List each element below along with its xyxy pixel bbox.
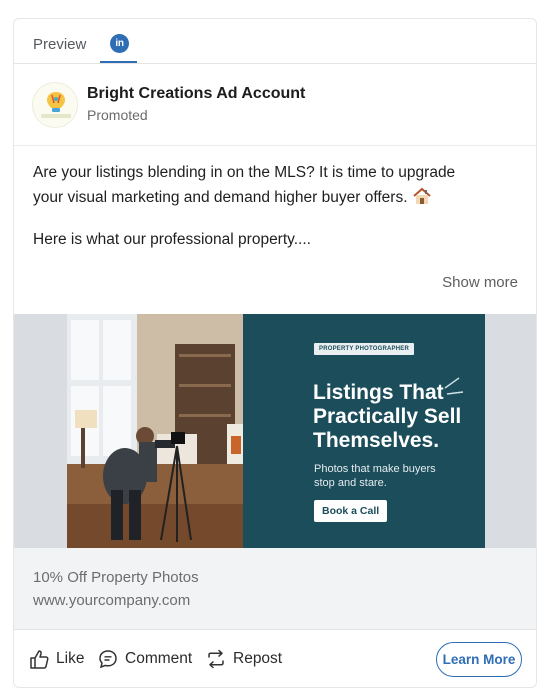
comment-icon: [99, 650, 117, 669]
promoted-label: Promoted: [87, 107, 148, 123]
post-body: Are your listings blending in on the MLS…: [14, 146, 536, 314]
body-line-1: Are your listings blending in on the MLS…: [33, 164, 456, 181]
repost-icon: [208, 649, 224, 669]
repost-label: Repost: [233, 650, 283, 667]
lightbulb-logo-icon: [33, 83, 77, 127]
learn-more-button[interactable]: Learn More: [436, 642, 522, 677]
ad-headline-line-3: Themselves.: [313, 429, 440, 452]
ad-subline-line-2: stop and stare.: [314, 477, 387, 489]
house-emoji-icon: [412, 187, 432, 210]
like-label: Like: [56, 650, 85, 667]
repost-button[interactable]: Repost: [205, 648, 282, 670]
ad-creative-image[interactable]: PROPERTY PHOTOGRAPHER Listings That Prac…: [67, 314, 485, 548]
ad-text-panel: PROPERTY PHOTOGRAPHER Listings That Prac…: [243, 314, 485, 548]
social-actions-bar: Like Comment Repost Learn More: [14, 629, 536, 687]
comment-button[interactable]: Comment: [97, 648, 192, 670]
body-line-2-wrap: your visual marketing and demand higher …: [33, 187, 432, 210]
account-name[interactable]: Bright Creations Ad Account: [87, 85, 305, 103]
caption-url[interactable]: www.yourcompany.com: [33, 592, 190, 609]
preview-tabs: Preview in: [14, 19, 536, 64]
body-line-3: Here is what our professional property..…: [33, 231, 311, 248]
tab-preview[interactable]: Preview: [33, 36, 86, 53]
ad-headline-line-1: Listings That: [313, 381, 444, 404]
book-a-call-badge: Book a Call: [314, 500, 388, 522]
ad-tag: PROPERTY PHOTOGRAPHER: [314, 343, 414, 355]
photographer-photo-icon: [67, 314, 243, 548]
post-header: Bright Creations Ad Account Promoted: [14, 64, 536, 146]
active-tab-indicator: [100, 61, 137, 63]
like-button[interactable]: Like: [28, 648, 84, 670]
ad-subline-line-1: Photos that make buyers: [314, 463, 436, 475]
body-line-2: your visual marketing and demand higher …: [33, 189, 408, 206]
ad-headline-line-2: Practically Sell: [313, 405, 462, 428]
like-icon: [30, 650, 49, 669]
ad-preview-card: Preview in Bright Creations Ad Account P…: [13, 18, 537, 688]
ad-subline: Photos that make buyers stop and stare.: [314, 462, 436, 490]
comment-label: Comment: [125, 650, 193, 667]
ad-headline: Listings That Practically Sell Themselve…: [313, 381, 461, 453]
show-more-link[interactable]: Show more: [442, 274, 518, 291]
ad-media[interactable]: PROPERTY PHOTOGRAPHER Listings That Prac…: [14, 314, 536, 548]
ad-caption[interactable]: 10% Off Property Photos www.yourcompany.…: [14, 548, 536, 629]
caption-title[interactable]: 10% Off Property Photos: [33, 569, 199, 586]
avatar[interactable]: [32, 82, 78, 128]
linkedin-icon[interactable]: in: [110, 34, 129, 53]
